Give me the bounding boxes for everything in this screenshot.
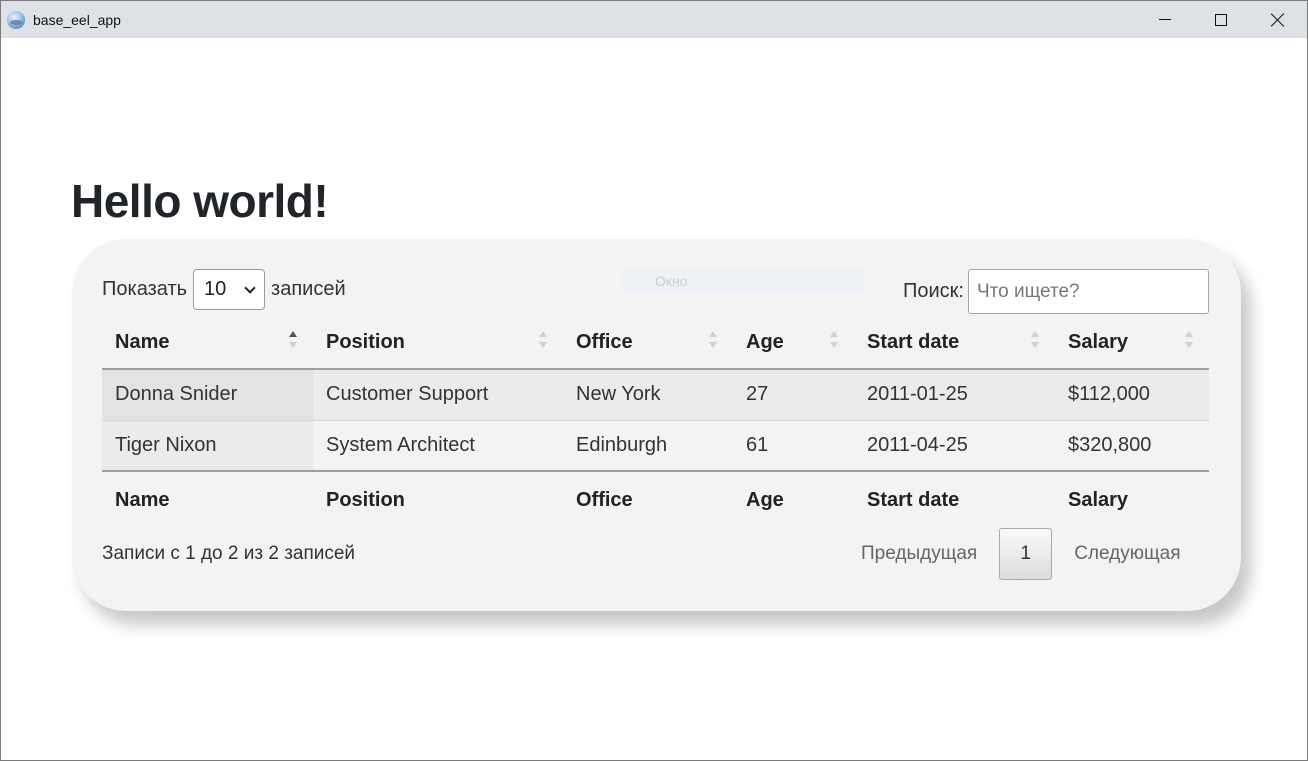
column-footer-start-date: Start date [854, 470, 1055, 529]
cell-position: System Architect [313, 419, 563, 471]
window-title: base_eel_app [33, 12, 121, 28]
data-table: Name Position Office Age Start date Sala… [102, 317, 1209, 529]
pagination: Предыдущая 1 Следующая [847, 528, 1194, 580]
sort-icon [1030, 331, 1040, 353]
table-info: Записи с 1 до 2 из 2 записей [102, 543, 356, 564]
close-icon [1271, 13, 1285, 27]
column-footer-office: Office [563, 470, 733, 529]
cell-name: Donna Snider [102, 369, 313, 420]
column-footer-salary: Salary [1055, 470, 1209, 529]
datatable-card: Показать 10 записей Окно Поиск: Name Pos… [72, 239, 1241, 611]
cell-salary: $112,000 [1055, 369, 1209, 420]
search-control: Поиск: [903, 269, 1209, 314]
column-footer-age: Age [733, 470, 854, 529]
column-header-salary[interactable]: Salary [1055, 317, 1209, 370]
cell-salary: $320,800 [1055, 419, 1209, 471]
sort-asc-icon [288, 331, 298, 353]
footer-row: Name Position Office Age Start date Sala… [102, 470, 1209, 529]
column-header-start-date[interactable]: Start date [854, 317, 1055, 370]
search-input[interactable] [967, 269, 1209, 314]
column-header-name[interactable]: Name [102, 317, 313, 370]
entries-label: записей [271, 278, 346, 300]
faded-window-label: Окно [621, 269, 865, 293]
cell-position: Customer Support [313, 369, 563, 420]
show-label: Показать [102, 278, 188, 300]
maximize-icon [1215, 13, 1227, 26]
chevron-down-icon [244, 281, 256, 294]
column-header-age[interactable]: Age [733, 317, 854, 370]
table-row[interactable]: Donna Snider Customer Support New York 2… [102, 369, 1209, 420]
title-bar[interactable]: base_eel_app [1, 1, 1307, 38]
cell-name: Tiger Nixon [102, 419, 313, 471]
page-1-button[interactable]: 1 [999, 528, 1053, 580]
cell-start-date: 2011-04-25 [854, 419, 1055, 471]
app-window: base_eel_app Hello world! Показать 10 за… [0, 0, 1308, 761]
page-length-value: 10 [204, 278, 227, 300]
cell-office: New York [563, 369, 733, 420]
column-footer-position: Position [313, 470, 563, 529]
page-length-control: Показать 10 записей [102, 269, 346, 310]
column-header-position[interactable]: Position [313, 317, 563, 370]
table-row[interactable]: Tiger Nixon System Architect Edinburgh 6… [102, 419, 1209, 471]
sort-icon [708, 331, 718, 353]
minimize-button[interactable] [1137, 1, 1193, 38]
sort-icon [1184, 331, 1194, 353]
next-page-button[interactable]: Следующая [1060, 543, 1194, 565]
column-header-office[interactable]: Office [563, 317, 733, 370]
cell-office: Edinburgh [563, 419, 733, 471]
minimize-icon [1159, 19, 1171, 20]
page-title: Hello world! [71, 175, 329, 227]
app-logo-icon [7, 11, 25, 29]
search-label: Поиск: [903, 280, 964, 302]
maximize-button[interactable] [1193, 1, 1249, 38]
column-footer-name: Name [102, 470, 313, 529]
close-button[interactable] [1250, 1, 1306, 38]
sort-icon [538, 331, 548, 353]
cell-start-date: 2011-01-25 [854, 369, 1055, 420]
page-length-select[interactable]: 10 [193, 269, 266, 310]
cell-age: 61 [733, 419, 854, 471]
sort-icon [829, 331, 839, 353]
header-row: Name Position Office Age Start date Sala… [102, 317, 1209, 370]
cell-age: 27 [733, 369, 854, 420]
previous-page-button[interactable]: Предыдущая [847, 543, 991, 565]
